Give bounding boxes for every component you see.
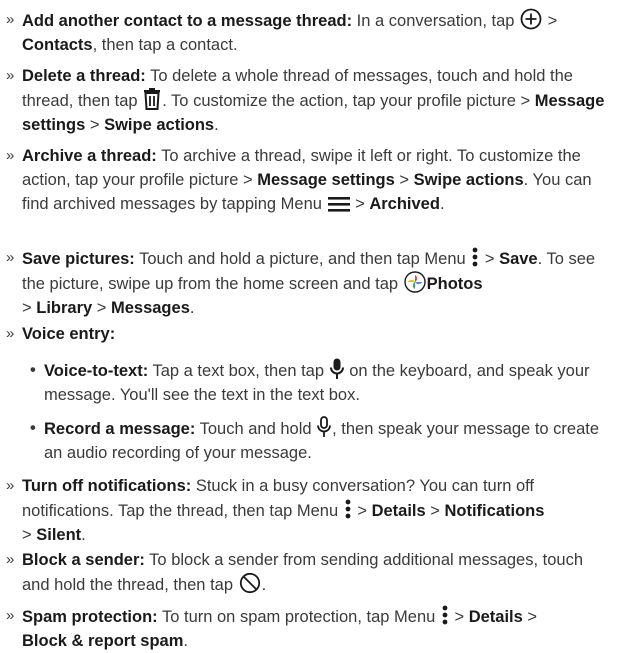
list-item-block-sender: » Block a sender: To block a sender from… <box>6 548 612 597</box>
bullet-marker: » <box>6 607 15 624</box>
list-item-delete-thread: » Delete a thread: To delete a whole thr… <box>6 64 612 137</box>
list-item-add-contact: » Add another contact to a message threa… <box>6 8 612 57</box>
more-vertical-icon <box>344 498 352 520</box>
more-vertical-icon <box>441 604 449 626</box>
sub-bullet: • <box>30 419 36 437</box>
item-title: Block a sender: <box>22 551 145 569</box>
bullet-marker: » <box>6 11 15 28</box>
add-circle-icon <box>520 8 542 30</box>
item-title: Spam protection: <box>22 608 158 626</box>
item-title: Turn off notifications: <box>22 477 192 495</box>
item-title: Voice entry: <box>22 325 116 343</box>
bullet-marker: » <box>6 147 15 164</box>
more-vertical-icon <box>471 246 479 268</box>
list-item-save-pictures: » Save pictures: Touch and hold a pictur… <box>6 246 612 320</box>
google-photos-icon <box>403 271 426 293</box>
sub-item-voice-to-text: • Voice-to-text: Tap a text box, then ta… <box>30 358 612 407</box>
list-item-turn-off-notifications: » Turn off notifications: Stuck in a bus… <box>6 474 612 547</box>
help-page: » Add another contact to a message threa… <box>0 0 618 650</box>
sub-bullet: • <box>30 361 36 379</box>
bullet-marker: » <box>6 477 15 494</box>
block-icon <box>239 572 261 594</box>
list-item-spam-protection: » Spam protection: To turn on spam prote… <box>6 604 612 653</box>
bullet-marker: » <box>6 249 15 266</box>
microphone-icon <box>329 358 344 380</box>
list-item-archive-thread: » Archive a thread: To archive a thread,… <box>6 144 612 216</box>
bullet-marker: » <box>6 551 15 568</box>
item-title: Save pictures: <box>22 250 135 268</box>
microphone-outline-icon <box>317 416 332 438</box>
item-title: Archive a thread: <box>22 147 157 165</box>
trash-icon <box>143 88 161 110</box>
bullet-marker: » <box>6 325 15 342</box>
item-title: Delete a thread: <box>22 67 146 85</box>
sub-item-record-message: • Record a message: Touch and hold , the… <box>30 416 612 465</box>
item-title: Record a message: <box>44 420 196 438</box>
list-item-voice-entry: » Voice entry: <box>6 322 612 346</box>
item-title: Voice-to-text: <box>44 362 149 380</box>
item-title: Add another contact to a message thread: <box>22 12 353 30</box>
hamburger-menu-icon <box>327 195 350 213</box>
bullet-marker: » <box>6 67 15 84</box>
